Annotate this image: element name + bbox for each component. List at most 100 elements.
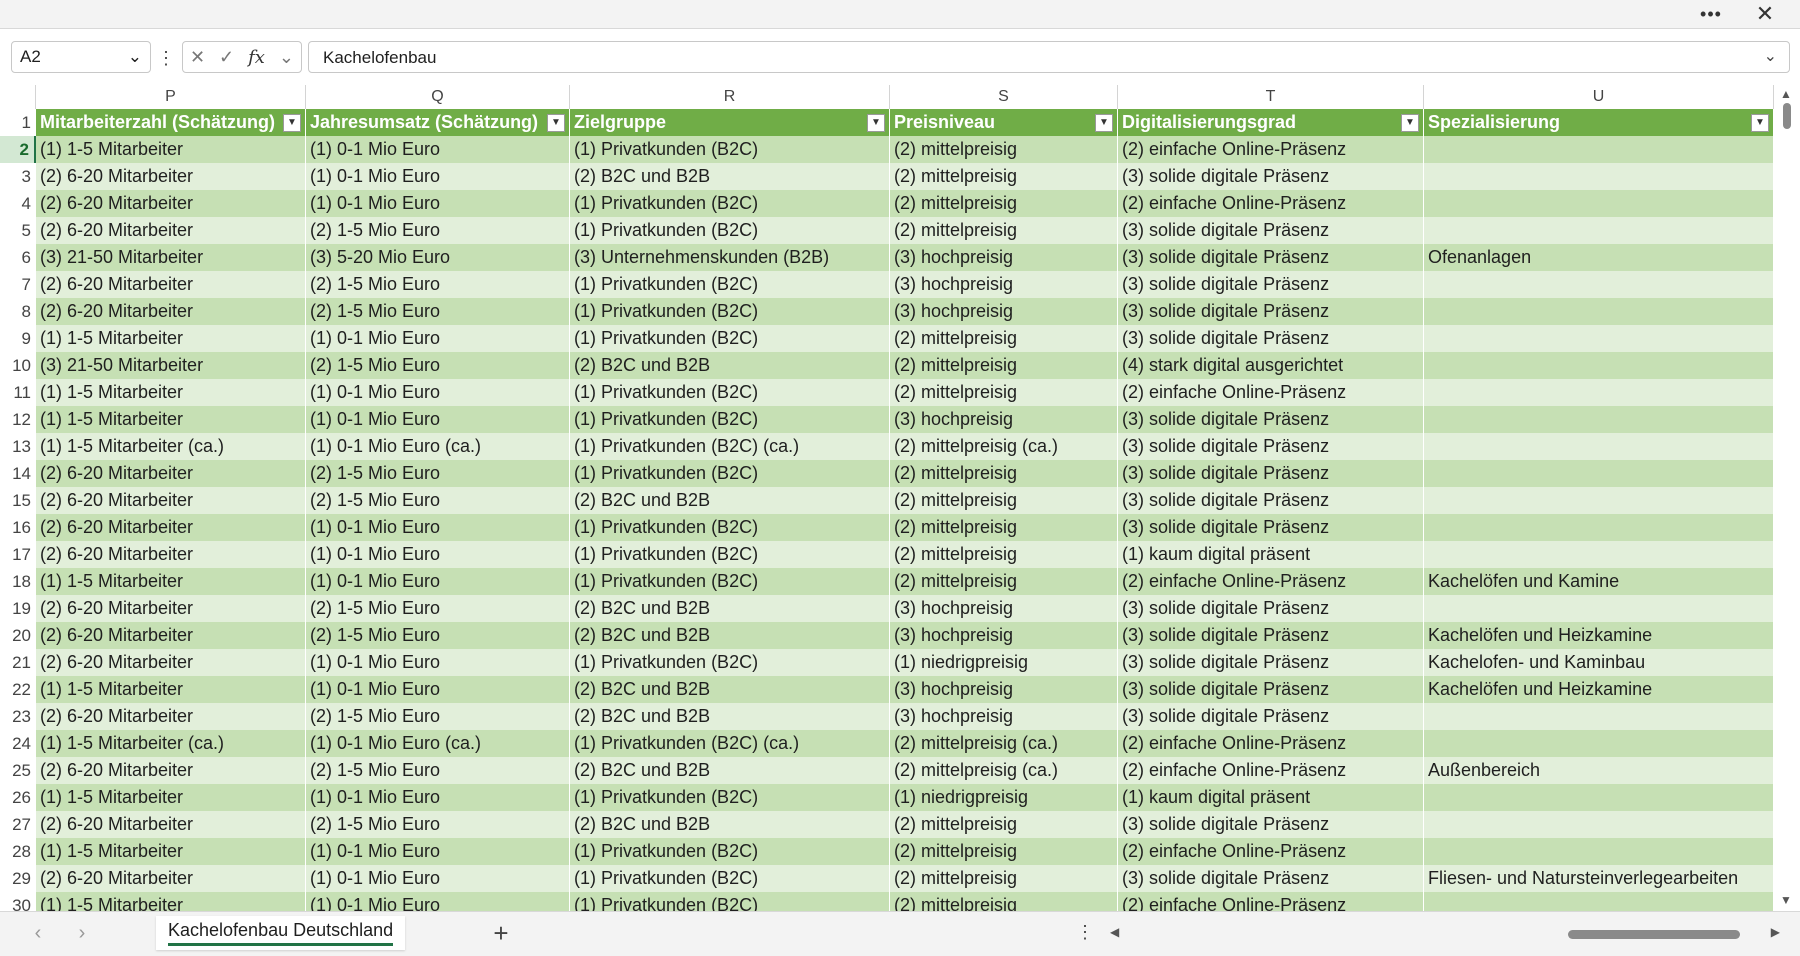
table-cell[interactable]: (3) solide digitale Präsenz [1118, 460, 1424, 487]
table-cell[interactable] [1424, 892, 1774, 911]
sheet-tab-active[interactable]: Kachelofenbau Deutschland [156, 916, 406, 950]
table-cell[interactable]: (2) mittelpreisig [890, 217, 1118, 244]
table-cell[interactable]: (2) B2C und B2B [570, 676, 890, 703]
table-cell[interactable] [1424, 379, 1774, 406]
table-cell[interactable]: (1) Privatkunden (B2C) [570, 190, 890, 217]
table-cell[interactable]: (1) Privatkunden (B2C) [570, 838, 890, 865]
row-header[interactable]: 25 [0, 757, 36, 784]
table-cell[interactable]: (3) solide digitale Präsenz [1118, 811, 1424, 838]
table-cell[interactable] [1424, 325, 1774, 352]
vertical-scroll-thumb[interactable] [1783, 103, 1791, 129]
table-cell[interactable]: Außenbereich [1424, 757, 1774, 784]
table-cell[interactable]: (3) Unternehmenskunden (B2B) [570, 244, 890, 271]
table-cell[interactable]: (2) mittelpreisig [890, 190, 1118, 217]
table-cell[interactable]: (3) hochpreisig [890, 622, 1118, 649]
table-cell[interactable]: (1) 0-1 Mio Euro [306, 325, 570, 352]
table-cell[interactable]: (1) Privatkunden (B2C) [570, 136, 890, 163]
row-header[interactable]: 5 [0, 217, 36, 244]
filter-dropdown-icon[interactable]: ▼ [1401, 113, 1419, 132]
table-cell[interactable]: (2) 6-20 Mitarbeiter [36, 703, 306, 730]
table-cell[interactable]: (3) solide digitale Präsenz [1118, 271, 1424, 298]
table-cell[interactable]: (2) 1-5 Mio Euro [306, 460, 570, 487]
table-cell[interactable]: Kachelöfen und Heizkamine [1424, 676, 1774, 703]
table-cell[interactable]: (1) 0-1 Mio Euro [306, 136, 570, 163]
table-cell[interactable]: (1) Privatkunden (B2C) [570, 406, 890, 433]
table-cell[interactable]: (2) mittelpreisig [890, 325, 1118, 352]
table-cell[interactable]: (2) mittelpreisig [890, 811, 1118, 838]
table-cell[interactable]: (1) Privatkunden (B2C) [570, 271, 890, 298]
table-cell[interactable]: (2) einfache Online-Präsenz [1118, 136, 1424, 163]
row-header[interactable]: 13 [0, 433, 36, 460]
table-cell[interactable]: Fliesen- und Natursteinverlegearbeiten [1424, 865, 1774, 892]
table-cell[interactable]: (1) 1-5 Mitarbeiter [36, 136, 306, 163]
row-header[interactable]: 22 [0, 676, 36, 703]
table-cell[interactable]: Ofenanlagen [1424, 244, 1774, 271]
table-cell[interactable]: (2) 6-20 Mitarbeiter [36, 757, 306, 784]
table-cell[interactable]: (2) mittelpreisig [890, 352, 1118, 379]
row-header[interactable]: 17 [0, 541, 36, 568]
row-header[interactable]: 7 [0, 271, 36, 298]
table-cell[interactable]: (3) solide digitale Präsenz [1118, 649, 1424, 676]
table-cell[interactable]: (1) 0-1 Mio Euro [306, 190, 570, 217]
table-cell[interactable]: (2) mittelpreisig [890, 460, 1118, 487]
vertical-scrollbar[interactable]: ▲ ▼ [1774, 85, 1798, 911]
insert-function-icon[interactable]: fx [248, 47, 265, 68]
table-cell[interactable]: (2) 1-5 Mio Euro [306, 487, 570, 514]
table-cell[interactable]: (1) kaum digital präsent [1118, 541, 1424, 568]
table-cell[interactable]: Kachelöfen und Kamine [1424, 568, 1774, 595]
table-cell[interactable]: (2) mittelpreisig [890, 514, 1118, 541]
column-header-p[interactable]: P [36, 85, 306, 109]
column-header-u[interactable]: U [1424, 85, 1774, 109]
table-cell[interactable]: (1) 1-5 Mitarbeiter [36, 892, 306, 911]
table-cell[interactable]: (2) 1-5 Mio Euro [306, 595, 570, 622]
table-cell[interactable]: (1) Privatkunden (B2C) [570, 649, 890, 676]
add-sheet-button[interactable]: + [486, 918, 516, 949]
table-cell[interactable]: (1) 1-5 Mitarbeiter [36, 568, 306, 595]
table-cell[interactable]: (1) 0-1 Mio Euro [306, 514, 570, 541]
table-cell[interactable]: (1) Privatkunden (B2C) [570, 460, 890, 487]
table-cell[interactable]: (2) B2C und B2B [570, 352, 890, 379]
table-cell[interactable]: (3) solide digitale Präsenz [1118, 703, 1424, 730]
table-cell[interactable]: (1) Privatkunden (B2C) [570, 784, 890, 811]
table-cell[interactable]: (2) mittelpreisig [890, 379, 1118, 406]
row-header[interactable]: 2 [0, 136, 36, 163]
table-cell[interactable]: (2) 6-20 Mitarbeiter [36, 541, 306, 568]
table-cell[interactable]: (3) hochpreisig [890, 703, 1118, 730]
table-cell[interactable]: (1) 0-1 Mio Euro [306, 892, 570, 911]
table-cell[interactable]: Kachelofen- und Kaminbau [1424, 649, 1774, 676]
vertical-dots-icon[interactable]: ⋮ [157, 44, 175, 72]
table-cell[interactable] [1424, 136, 1774, 163]
table-cell[interactable]: Kachelöfen und Heizkamine [1424, 622, 1774, 649]
scroll-left-icon[interactable]: ◀ [1110, 925, 1119, 939]
row-header[interactable]: 1 [0, 109, 36, 136]
table-cell[interactable]: (2) 6-20 Mitarbeiter [36, 649, 306, 676]
table-cell[interactable] [1424, 433, 1774, 460]
table-cell[interactable]: (1) Privatkunden (B2C) (ca.) [570, 433, 890, 460]
filter-dropdown-icon[interactable]: ▼ [1751, 113, 1769, 132]
scroll-right-icon[interactable]: ▶ [1771, 925, 1780, 939]
table-cell[interactable]: (2) 6-20 Mitarbeiter [36, 514, 306, 541]
table-cell[interactable]: (1) 0-1 Mio Euro [306, 838, 570, 865]
table-cell[interactable]: (1) Privatkunden (B2C) [570, 217, 890, 244]
table-cell[interactable] [1424, 784, 1774, 811]
table-cell[interactable]: (3) solide digitale Präsenz [1118, 595, 1424, 622]
row-header[interactable]: 16 [0, 514, 36, 541]
row-header[interactable]: 18 [0, 568, 36, 595]
table-cell[interactable]: (1) Privatkunden (B2C) [570, 568, 890, 595]
table-cell[interactable]: (3) 21-50 Mitarbeiter [36, 352, 306, 379]
table-cell[interactable]: (2) mittelpreisig [890, 838, 1118, 865]
row-header[interactable]: 26 [0, 784, 36, 811]
header-cell[interactable]: Digitalisierungsgrad ▼ [1118, 109, 1424, 136]
table-cell[interactable]: (1) 1-5 Mitarbeiter (ca.) [36, 433, 306, 460]
table-cell[interactable]: (2) 6-20 Mitarbeiter [36, 460, 306, 487]
header-cell[interactable]: Mitarbeiterzahl (Schätzung) ▼ [36, 109, 306, 136]
table-cell[interactable]: (1) Privatkunden (B2C) [570, 379, 890, 406]
sheet-options-icon[interactable]: ⋮ [1076, 922, 1094, 943]
header-cell[interactable]: Preisniveau ▼ [890, 109, 1118, 136]
table-cell[interactable] [1424, 406, 1774, 433]
row-header[interactable]: 28 [0, 838, 36, 865]
table-cell[interactable]: (1) 0-1 Mio Euro [306, 784, 570, 811]
table-cell[interactable]: (3) hochpreisig [890, 271, 1118, 298]
table-cell[interactable]: (2) 6-20 Mitarbeiter [36, 271, 306, 298]
table-cell[interactable] [1424, 703, 1774, 730]
